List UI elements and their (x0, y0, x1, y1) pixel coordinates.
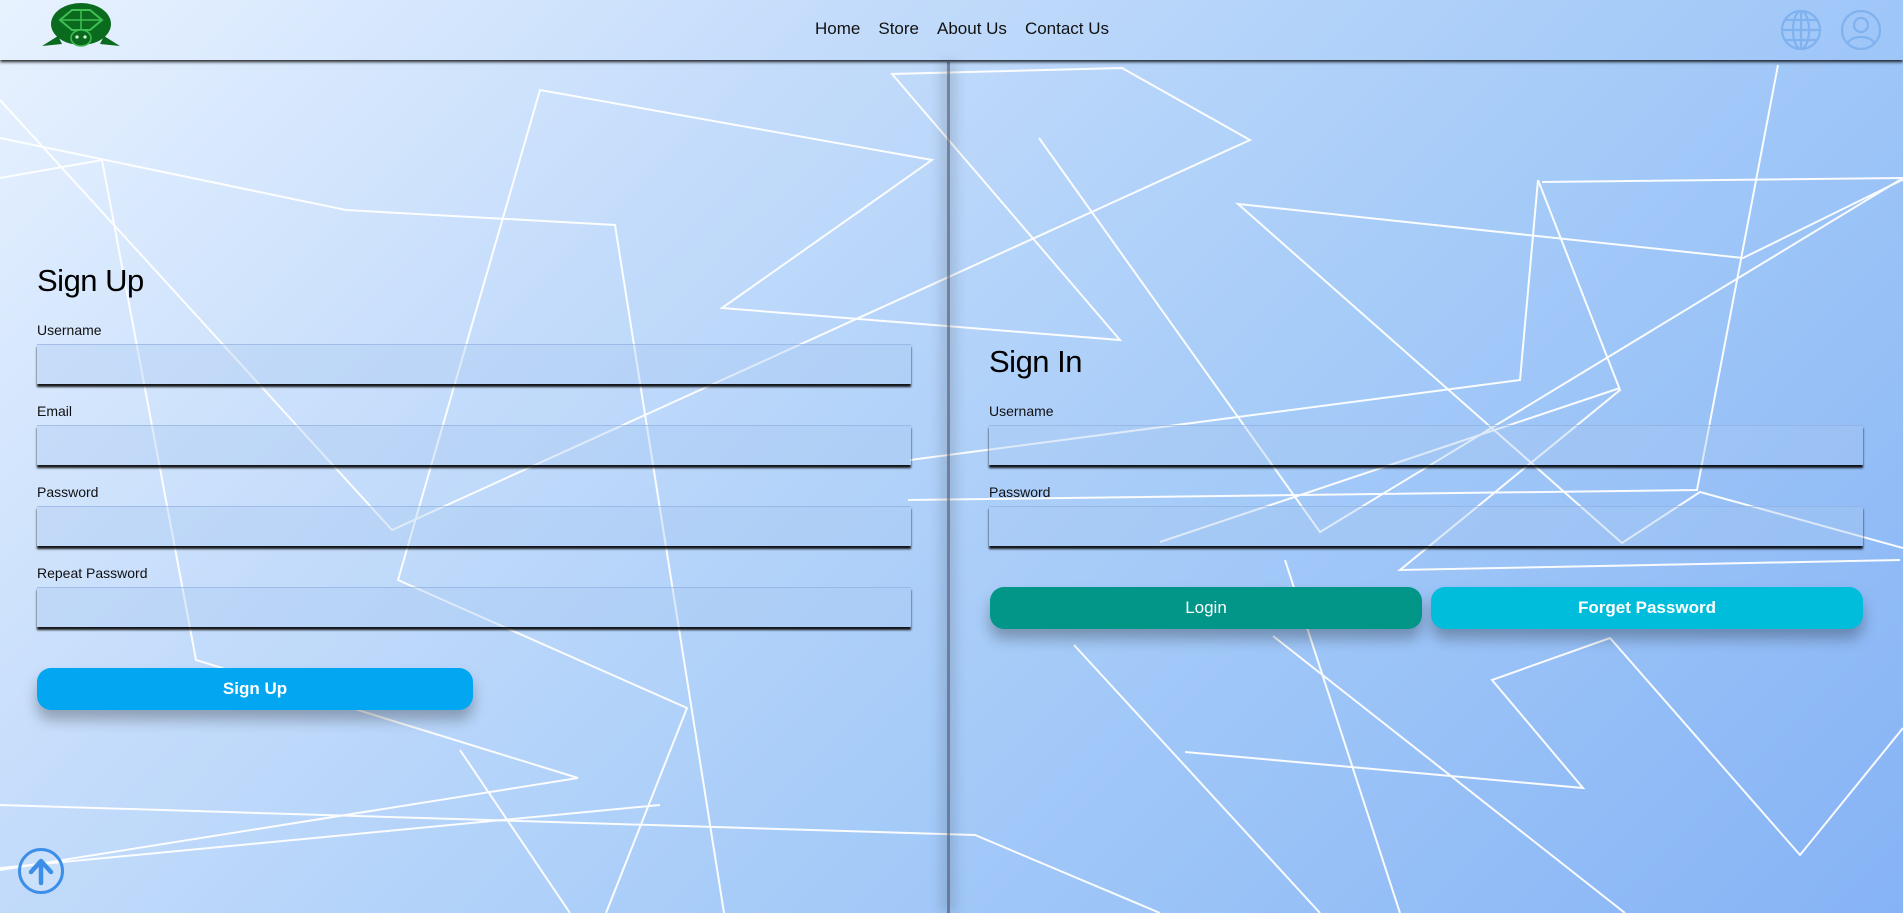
login-button[interactable]: Login (990, 587, 1422, 629)
nav-link-store[interactable]: Store (878, 18, 919, 40)
signup-repeat-password-label: Repeat Password (37, 565, 148, 581)
signup-form: Sign Up Username Email Password Repeat P… (37, 262, 911, 646)
main-navigation: Home Store About Us Contact Us (815, 18, 1127, 40)
signup-title: Sign Up (37, 263, 144, 298)
signup-email-label: Email (37, 403, 73, 419)
signup-username-label: Username (37, 322, 102, 338)
signin-password-label: Password (989, 484, 1051, 500)
turtle-logo-icon[interactable] (38, 0, 124, 52)
panel-divider (947, 62, 950, 913)
top-navbar: Home Store About Us Contact Us (0, 0, 1903, 60)
nav-link-contact-us[interactable]: Contact Us (1025, 18, 1109, 40)
signup-username-input[interactable] (37, 344, 911, 384)
signup-repeat-password-input[interactable] (37, 587, 911, 627)
nav-link-about-us[interactable]: About Us (937, 18, 1007, 40)
arrow-up-circle-icon[interactable] (17, 847, 65, 895)
signin-form: Sign In Username Password (989, 343, 1863, 565)
nav-link-home[interactable]: Home (815, 18, 860, 40)
signup-button[interactable]: Sign Up (37, 668, 473, 710)
signup-email-input[interactable] (37, 425, 911, 465)
signin-username-input[interactable] (989, 425, 1863, 465)
signin-title: Sign In (989, 344, 1083, 379)
forget-password-button[interactable]: Forget Password (1431, 587, 1863, 629)
user-profile-icon[interactable] (1839, 8, 1883, 52)
globe-icon[interactable] (1779, 8, 1823, 52)
signup-password-input[interactable] (37, 506, 911, 546)
signin-username-label: Username (989, 403, 1054, 419)
signin-password-input[interactable] (989, 506, 1863, 546)
signup-password-label: Password (37, 484, 99, 500)
